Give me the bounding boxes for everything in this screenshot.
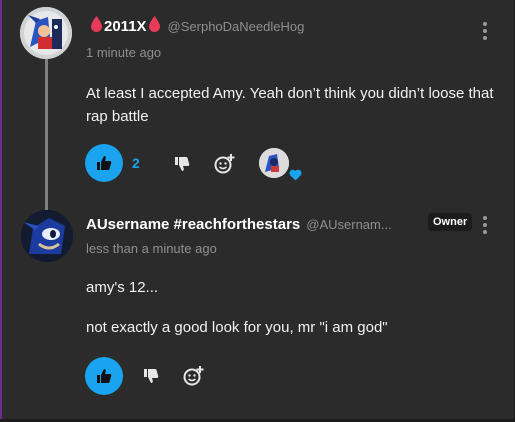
kebab-menu-icon[interactable]	[482, 22, 488, 40]
thumbs-up-icon	[97, 156, 112, 170]
thumbs-down-icon	[144, 369, 159, 383]
like-button[interactable]	[85, 144, 123, 182]
reaction-avatar[interactable]	[259, 148, 289, 178]
like-count: 2	[132, 155, 140, 171]
dislike-button[interactable]	[141, 366, 161, 386]
like-button[interactable]	[85, 357, 123, 395]
comment-2-paragraph: amy's 12...	[86, 279, 159, 296]
blood-drop-icon	[91, 16, 102, 37]
blood-drop-icon	[148, 16, 160, 37]
comment-2-display-name[interactable]: AUsername #reachforthestars	[86, 216, 300, 233]
comment-2-header: AUsername #reachforthestars @AUsernam...	[86, 216, 392, 233]
comment-1-handle[interactable]: @SerphoDaNeedleHog	[168, 19, 305, 34]
owner-badge: Owner	[428, 213, 473, 231]
thumbs-down-icon	[175, 157, 190, 171]
heart-icon	[288, 168, 302, 182]
thread-connector-line	[45, 58, 48, 210]
add-reaction-button[interactable]	[182, 364, 206, 388]
kebab-menu-icon[interactable]	[482, 216, 488, 234]
comment-1-timestamp: 1 minute ago	[86, 45, 162, 60]
comment-1-display-name[interactable]: 2011X	[104, 18, 147, 35]
avatar-2011x[interactable]	[20, 7, 72, 59]
comment-1-header: 2011X @SerphoDaNeedleHog	[89, 16, 304, 37]
comment-1-text: At least I accepted Amy. Yeah don’t thin…	[86, 85, 494, 125]
avatar-ausername[interactable]	[21, 210, 73, 262]
add-reaction-button[interactable]	[213, 152, 237, 176]
add-reaction-icon	[183, 366, 204, 386]
add-reaction-icon	[214, 154, 235, 174]
reaction-avatar-image	[259, 148, 289, 178]
thumbs-up-icon	[97, 369, 112, 383]
avatar-image	[20, 7, 72, 59]
dislike-button[interactable]	[172, 154, 192, 174]
window-left-border	[0, 0, 2, 422]
avatar-image	[21, 210, 73, 262]
comment-2-handle[interactable]: @AUsernam...	[306, 217, 391, 232]
comment-2-paragraph: not exactly a good look for you, mr "i a…	[86, 319, 388, 336]
comment-2-timestamp: less than a minute ago	[86, 241, 217, 256]
